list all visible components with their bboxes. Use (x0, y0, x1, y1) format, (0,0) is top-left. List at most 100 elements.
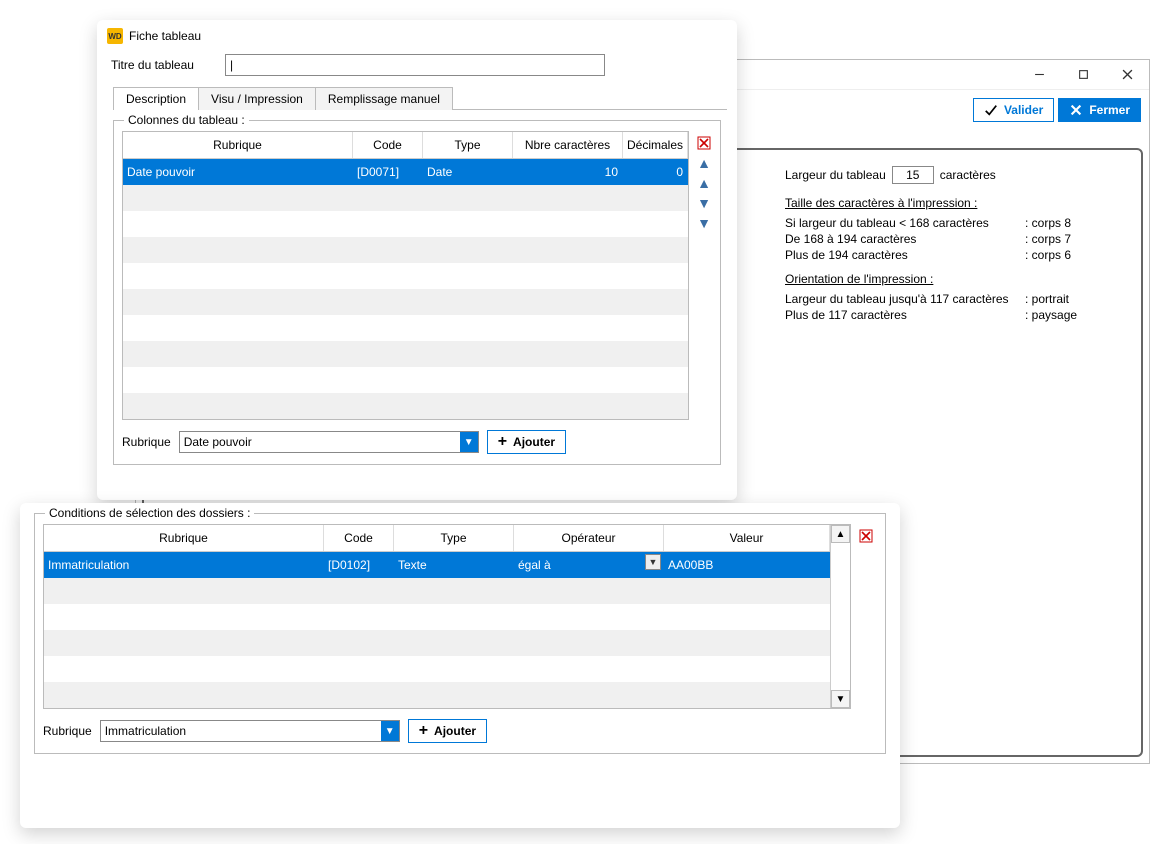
orient-heading: Orientation de l'impression : (785, 272, 1125, 286)
app-icon: WD (107, 28, 123, 44)
minimize-button[interactable] (1017, 61, 1061, 89)
ajouter-button[interactable]: + Ajouter (408, 719, 487, 743)
rubrique-combo-value: Date pouvoir (184, 435, 460, 449)
cell-type: Date (423, 159, 513, 185)
scroll-down-icon[interactable]: ▼ (831, 690, 850, 708)
ajouter-label: Ajouter (434, 724, 476, 738)
col-header-type: Type (394, 525, 514, 551)
col-header-operateur: Opérateur (514, 525, 664, 551)
taille-row-l: Si largeur du tableau < 168 caractères (785, 216, 1025, 230)
orient-row-r: : paysage (1025, 308, 1085, 322)
table-row[interactable] (123, 289, 688, 315)
table-row[interactable] (123, 341, 688, 367)
table-row[interactable] (123, 315, 688, 341)
plus-icon: + (498, 433, 507, 451)
table-row[interactable] (123, 367, 688, 393)
table-row[interactable]: Date pouvoir [D0071] Date 10 0 (123, 159, 688, 185)
chevron-down-icon[interactable]: ▼ (381, 721, 399, 741)
close-icon (1069, 103, 1083, 117)
colonnes-legend: Colonnes du tableau : (124, 113, 249, 127)
colonnes-grid[interactable]: Rubrique Code Type Nbre caractères Décim… (122, 131, 689, 420)
cell-code: [D0102] (324, 552, 394, 578)
table-row[interactable] (123, 211, 688, 237)
grid-header: Rubrique Code Type Opérateur Valeur (44, 525, 830, 552)
cell-valeur: AA00BB (664, 552, 830, 578)
rubrique-label: Rubrique (122, 435, 171, 449)
conditions-fieldset: Conditions de sélection des dossiers : R… (34, 513, 886, 754)
cell-operateur[interactable]: égal à ▼ (514, 552, 664, 578)
rubrique-combo[interactable]: Immatriculation ▼ (100, 720, 400, 742)
col-header-rubrique: Rubrique (123, 132, 353, 158)
caracteres-label: caractères (940, 168, 996, 182)
tab-visu-impression[interactable]: Visu / Impression (198, 87, 316, 110)
table-row[interactable] (123, 263, 688, 289)
col-header-dec: Décimales (623, 132, 688, 158)
taille-table: Si largeur du tableau < 168 caractères: … (785, 216, 1125, 262)
table-row[interactable] (123, 237, 688, 263)
row-tools (857, 524, 877, 709)
taille-row-r: : corps 7 (1025, 232, 1085, 246)
operateur-value: égal à (518, 558, 551, 572)
grid-header: Rubrique Code Type Nbre caractères Décim… (123, 132, 688, 159)
delete-row-icon[interactable] (695, 135, 713, 151)
fermer-label: Fermer (1089, 103, 1130, 117)
scrollbar[interactable]: ▲ ▼ (830, 525, 850, 708)
window-title: Fiche tableau (129, 29, 201, 43)
taille-heading: Taille des caractères à l'impression : (785, 196, 1125, 210)
plus-icon: + (419, 722, 428, 740)
chevron-down-icon[interactable]: ▼ (645, 554, 661, 570)
table-row[interactable]: Immatriculation [D0102] Texte égal à ▼ A… (44, 552, 830, 578)
caret-icon: | (230, 58, 233, 72)
rubrique-combo-value: Immatriculation (105, 724, 381, 738)
tab-description[interactable]: Description (113, 87, 199, 110)
table-row[interactable] (123, 185, 688, 211)
rubrique-label: Rubrique (43, 724, 92, 738)
cell-dec: 0 (623, 159, 688, 185)
move-bottom-icon[interactable]: ▼ (695, 215, 713, 231)
col-header-rubrique: Rubrique (44, 525, 324, 551)
table-row[interactable] (123, 393, 688, 419)
cell-code: [D0071] (353, 159, 423, 185)
fiche-tableau-panel: WD Fiche tableau Titre du tableau | Desc… (97, 20, 737, 500)
titre-input[interactable]: | (225, 54, 605, 76)
conditions-legend: Conditions de sélection des dossiers : (45, 506, 254, 520)
rubrique-combo[interactable]: Date pouvoir ▼ (179, 431, 479, 453)
move-top-icon[interactable]: ▲ (695, 155, 713, 171)
tab-remplissage-manuel[interactable]: Remplissage manuel (315, 87, 453, 110)
move-down-icon[interactable]: ▼ (695, 195, 713, 211)
delete-row-icon[interactable] (857, 528, 875, 544)
ajouter-label: Ajouter (513, 435, 555, 449)
maximize-button[interactable] (1061, 61, 1105, 89)
ajouter-button[interactable]: + Ajouter (487, 430, 566, 454)
table-row[interactable] (44, 578, 830, 604)
largeur-label: Largeur du tableau (785, 168, 886, 182)
chevron-down-icon[interactable]: ▼ (460, 432, 478, 452)
titre-label: Titre du tableau (111, 58, 211, 72)
cell-rubrique: Immatriculation (44, 552, 324, 578)
conditions-grid[interactable]: Rubrique Code Type Opérateur Valeur Imma… (43, 524, 851, 709)
taille-row-l: Plus de 194 caractères (785, 248, 1025, 262)
valider-label: Valider (1004, 103, 1043, 117)
table-row[interactable] (44, 656, 830, 682)
table-row[interactable] (44, 630, 830, 656)
taille-row-r: : corps 8 (1025, 216, 1085, 230)
col-header-type: Type (423, 132, 513, 158)
orient-row-l: Plus de 117 caractères (785, 308, 1025, 322)
table-row[interactable] (44, 604, 830, 630)
valider-button[interactable]: Valider (973, 98, 1054, 122)
table-row[interactable] (44, 682, 830, 708)
move-up-icon[interactable]: ▲ (695, 175, 713, 191)
largeur-input[interactable] (892, 166, 934, 184)
col-header-code: Code (324, 525, 394, 551)
taille-row-r: : corps 6 (1025, 248, 1085, 262)
cell-nbre: 10 (513, 159, 623, 185)
orient-table: Largeur du tableau jusqu'à 117 caractère… (785, 292, 1125, 322)
conditions-panel: Conditions de sélection des dossiers : R… (20, 503, 900, 828)
taille-row-l: De 168 à 194 caractères (785, 232, 1025, 246)
orient-row-r: : portrait (1025, 292, 1085, 306)
scroll-up-icon[interactable]: ▲ (831, 525, 850, 543)
grid-body: Date pouvoir [D0071] Date 10 0 (123, 159, 688, 419)
fermer-button[interactable]: Fermer (1058, 98, 1141, 122)
col-header-nbre: Nbre caractères (513, 132, 623, 158)
close-button[interactable] (1105, 61, 1149, 89)
